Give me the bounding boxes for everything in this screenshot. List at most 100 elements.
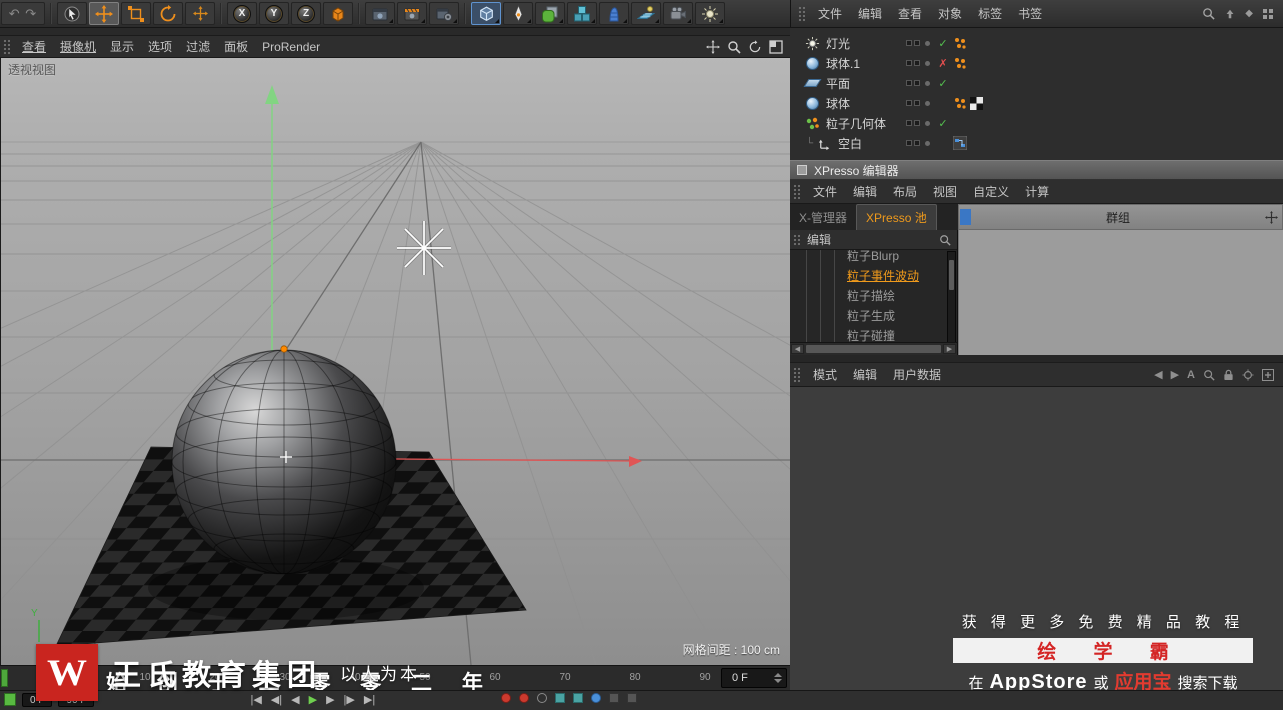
- coordinate-system-button[interactable]: [323, 2, 353, 25]
- add-panel-icon[interactable]: [1262, 369, 1274, 381]
- auto-mode-icon[interactable]: A: [1187, 369, 1195, 381]
- object-row-null[interactable]: └ 空白: [790, 133, 1283, 153]
- object-row-particle-geometry[interactable]: 粒子几何体 ✓: [790, 113, 1283, 133]
- object-name[interactable]: 空白: [838, 135, 902, 152]
- om-menu-edit[interactable]: 编辑: [858, 5, 882, 22]
- z-axis-lock-button[interactable]: Z: [291, 2, 321, 25]
- vp-menu-options[interactable]: 选项: [148, 38, 172, 55]
- add-floor-environment-button[interactable]: [631, 2, 661, 25]
- enabled-check-icon[interactable]: ✓: [935, 37, 951, 50]
- add-deformer-button[interactable]: [599, 2, 629, 25]
- vp-menu-filter[interactable]: 过滤: [186, 38, 210, 55]
- add-array-generator-button[interactable]: [567, 2, 597, 25]
- om-menu-tags[interactable]: 标签: [978, 5, 1002, 22]
- xp-menu-edit[interactable]: 编辑: [853, 183, 877, 200]
- vp-menu-prorender[interactable]: ProRender: [262, 40, 320, 54]
- visibility-toggles[interactable]: [906, 40, 920, 46]
- vp-menu-panel[interactable]: 面板: [224, 38, 248, 55]
- render-view-button[interactable]: [365, 2, 395, 25]
- enabled-check-icon[interactable]: ✓: [935, 77, 951, 90]
- move-tool-button[interactable]: [89, 2, 119, 25]
- pool-preset-list[interactable]: 粒子Blurp 粒子事件波动 粒子描绘 粒子生成 粒子碰撞: [790, 250, 957, 342]
- layer-dot[interactable]: [925, 141, 930, 146]
- search-icon[interactable]: [1202, 7, 1215, 20]
- panel-gripper[interactable]: [3, 39, 10, 55]
- timeline-range-chip[interactable]: [4, 693, 16, 706]
- xp-menu-view[interactable]: 视图: [933, 183, 957, 200]
- rotate-view-icon[interactable]: [748, 40, 762, 54]
- x-axis-lock-button[interactable]: X: [227, 2, 257, 25]
- record-pla-button[interactable]: [627, 693, 637, 703]
- last-tool-button[interactable]: [185, 2, 215, 25]
- particle-tag-icon[interactable]: [953, 36, 967, 50]
- record-scale-button[interactable]: [573, 693, 583, 703]
- object-row-sphere-1[interactable]: 球体.1 ✗: [790, 53, 1283, 73]
- record-rotation-button[interactable]: [591, 693, 601, 703]
- render-picture-viewer-button[interactable]: [397, 2, 427, 25]
- add-subdivision-surface-button[interactable]: [535, 2, 565, 25]
- frame-spinner[interactable]: [774, 673, 782, 683]
- xp-menu-calculate[interactable]: 计算: [1025, 183, 1049, 200]
- layout-up-icon[interactable]: [1224, 8, 1236, 20]
- visibility-toggles[interactable]: [906, 60, 920, 66]
- tab-xpresso-pool[interactable]: XPresso 池: [856, 204, 937, 230]
- object-name[interactable]: 粒子几何体: [826, 115, 902, 132]
- lock-icon[interactable]: [1223, 369, 1234, 381]
- pool-item[interactable]: 粒子Blurp: [790, 250, 957, 266]
- pool-edit-menu[interactable]: 编辑: [807, 231, 831, 248]
- pool-item[interactable]: 粒子生成: [790, 306, 957, 326]
- layer-dot[interactable]: [925, 61, 930, 66]
- pool-scroll-thumb[interactable]: [949, 260, 954, 290]
- am-search-icon[interactable]: [1203, 369, 1215, 381]
- history-forward-icon[interactable]: ▶: [1171, 368, 1179, 381]
- particle-tag-icon[interactable]: [953, 96, 967, 110]
- object-row-plane[interactable]: 平面 ✓: [790, 73, 1283, 93]
- layout-diamond-icon[interactable]: ◆: [1245, 8, 1253, 19]
- live-selection-button[interactable]: [57, 2, 87, 25]
- toggle-views-icon[interactable]: [769, 40, 783, 54]
- add-camera-button[interactable]: [663, 2, 693, 25]
- add-light-button[interactable]: [695, 2, 725, 25]
- panel-gripper[interactable]: [793, 367, 800, 383]
- autokey-button[interactable]: [519, 693, 529, 703]
- panel-gripper[interactable]: [793, 234, 800, 246]
- add-spline-pen-button[interactable]: [503, 2, 533, 25]
- xp-menu-file[interactable]: 文件: [813, 183, 837, 200]
- om-menu-objects[interactable]: 对象: [938, 5, 962, 22]
- layout-grid-icon[interactable]: [1262, 8, 1274, 20]
- layer-dot[interactable]: [925, 101, 930, 106]
- pool-item[interactable]: 粒子碰撞: [790, 326, 957, 342]
- panel-gripper[interactable]: [793, 184, 800, 200]
- pool-horizontal-scrollbar[interactable]: ◀ ▶: [790, 342, 957, 355]
- record-position-button[interactable]: [555, 693, 565, 703]
- object-name[interactable]: 平面: [826, 75, 902, 92]
- zoom-view-icon[interactable]: [727, 40, 741, 54]
- am-menu-edit[interactable]: 编辑: [853, 366, 877, 383]
- enabled-check-icon[interactable]: ✓: [935, 117, 951, 130]
- pool-item[interactable]: 粒子描绘: [790, 286, 957, 306]
- rotate-tool-button[interactable]: [153, 2, 183, 25]
- pan-view-icon[interactable]: [706, 40, 720, 54]
- history-back-icon[interactable]: ◀: [1154, 368, 1162, 381]
- vp-menu-view[interactable]: 查看: [22, 38, 46, 55]
- hscroll-thumb[interactable]: [806, 345, 941, 353]
- pool-scrollbar[interactable]: [947, 251, 956, 342]
- tab-x-manager[interactable]: X-管理器: [790, 205, 856, 230]
- add-cube-button[interactable]: [471, 2, 501, 25]
- visibility-toggles[interactable]: [906, 80, 920, 86]
- object-row-light[interactable]: 灯光 ✓: [790, 33, 1283, 53]
- disabled-cross-icon[interactable]: ✗: [935, 57, 951, 70]
- timeline-marker[interactable]: [1, 669, 8, 687]
- layer-dot[interactable]: [925, 81, 930, 86]
- pool-search-icon[interactable]: [939, 234, 951, 246]
- checker-texture-tag-icon[interactable]: [970, 97, 983, 110]
- visibility-toggles[interactable]: [906, 100, 920, 106]
- object-name[interactable]: 球体: [826, 95, 902, 112]
- layer-dot[interactable]: [925, 41, 930, 46]
- xpresso-node-canvas[interactable]: [958, 230, 1283, 355]
- record-parameter-button[interactable]: [609, 693, 619, 703]
- visibility-toggles[interactable]: [906, 140, 920, 146]
- undo-redo-button[interactable]: ↶ ↷: [1, 2, 45, 25]
- om-menu-view[interactable]: 查看: [898, 5, 922, 22]
- current-frame-field[interactable]: 0 F: [721, 668, 787, 688]
